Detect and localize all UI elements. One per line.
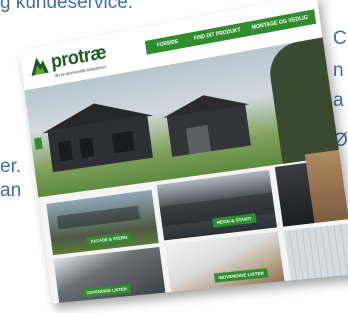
category-tile-udvendige[interactable]: UDVENDIGE LISTER [53, 246, 166, 303]
background-text-fragment: n [333, 60, 344, 81]
slider-prev-arrow-icon[interactable] [34, 137, 43, 150]
background-text-fragment: C [333, 28, 347, 49]
tree-logo-icon [29, 55, 49, 76]
tree-image [266, 37, 340, 164]
background-text-line: g kundeservice. [0, 0, 134, 13]
tile-label: FACADE & STERN [86, 232, 132, 247]
nav-item-montage[interactable]: MONTAGE OG VEDLIG [244, 9, 317, 37]
tile-label: UDVENDIGE LISTER [82, 284, 132, 298]
tile-label: INDVENDIGE LISTER [213, 268, 269, 283]
nav-item-find-dit-produkt[interactable]: FIND DIT PRODUKT [184, 21, 251, 48]
background-text-fragment: an [0, 180, 22, 201]
tile-house-image [56, 205, 141, 230]
house-window [57, 140, 73, 162]
category-tile-facade[interactable]: FACADE & STERN [46, 189, 159, 256]
category-tile-hegn[interactable]: HEGN & STAKIT [156, 169, 278, 241]
nav-item-forside[interactable]: FORSIDE [144, 32, 191, 55]
category-tile-panels[interactable] [283, 223, 348, 281]
background-text-fragment: er. [0, 156, 22, 177]
house-window [111, 130, 135, 154]
category-tile-indvendige[interactable]: INDVENDIGE LISTER [164, 231, 285, 292]
background-text-fragment: a [333, 90, 344, 111]
website-screenshot: protræ din professionelle træpartner FOR… [19, 0, 348, 304]
garage-door [186, 125, 212, 155]
house-window [79, 137, 95, 159]
